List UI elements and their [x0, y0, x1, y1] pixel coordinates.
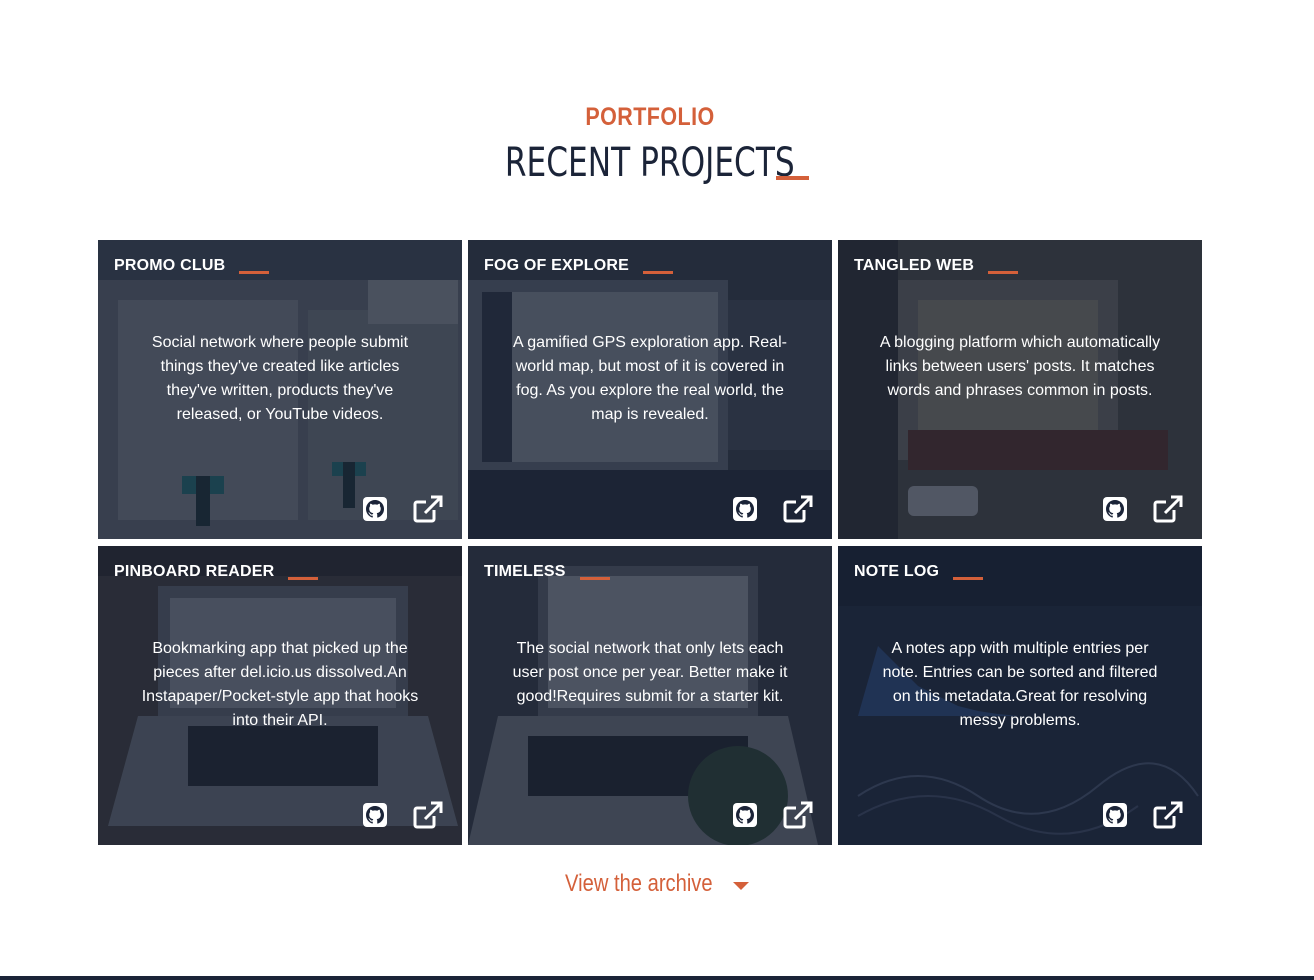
external-link-icon[interactable]	[1152, 494, 1184, 524]
project-description: The social network that only lets each u…	[512, 640, 788, 705]
project-description: A blogging platform which automatically …	[879, 334, 1161, 399]
project-title: PINBOARD READER	[114, 563, 275, 580]
github-icon[interactable]	[1103, 803, 1127, 827]
project-title: FOG OF EXPLORE	[484, 257, 630, 274]
external-link-icon[interactable]	[1152, 800, 1184, 830]
project-card-note-log[interactable]: NOTE LOG A notes app with multiple entri…	[838, 546, 1202, 845]
project-card-timeless[interactable]: TIMELESS The social network that only le…	[468, 546, 832, 845]
title-dash	[288, 577, 319, 580]
view-archive-link[interactable]: View the archive	[0, 870, 1300, 898]
page-title: RECENT PROJECTS	[505, 140, 795, 186]
project-description: A gamified GPS exploration app. Real-wor…	[513, 334, 787, 423]
github-icon[interactable]	[1103, 497, 1127, 521]
github-icon[interactable]	[733, 497, 757, 521]
github-icon[interactable]	[363, 803, 387, 827]
project-card-pinboard-reader[interactable]: PINBOARD READER Bookmarking app that pic…	[98, 546, 462, 845]
project-title: TANGLED WEB	[854, 257, 975, 274]
project-description: Bookmarking app that picked up the piece…	[141, 640, 419, 729]
project-description: A notes app with multiple entries per no…	[882, 640, 1158, 729]
project-title: NOTE LOG	[854, 563, 940, 580]
external-link-icon[interactable]	[412, 494, 444, 524]
projects-grid: PROMO CLUB Social network where people s…	[98, 240, 1202, 845]
external-link-icon[interactable]	[782, 494, 814, 524]
caret-down-icon[interactable]	[733, 882, 750, 890]
title-dash	[953, 577, 984, 580]
section-eyebrow: PORTFOLIO	[585, 103, 715, 131]
project-description: Social network where people submit thing…	[151, 334, 409, 423]
github-icon[interactable]	[363, 497, 387, 521]
project-card-tangled-web[interactable]: TANGLED WEB A blogging platform which au…	[838, 240, 1202, 539]
title-dash	[239, 271, 270, 274]
title-dash	[579, 577, 610, 580]
project-card-fog-of-explore[interactable]: FOG OF EXPLORE A gamified GPS exploratio…	[468, 240, 832, 539]
view-archive-label[interactable]: View the archive	[565, 870, 713, 898]
external-link-icon[interactable]	[782, 800, 814, 830]
project-title: TIMELESS	[484, 563, 566, 580]
title-accent-dash	[776, 176, 809, 180]
project-title: PROMO CLUB	[114, 257, 226, 274]
project-card-promo-club[interactable]: PROMO CLUB Social network where people s…	[98, 240, 462, 539]
title-dash	[643, 271, 674, 274]
title-dash	[988, 271, 1019, 274]
github-icon[interactable]	[733, 803, 757, 827]
footer-divider	[0, 976, 1314, 980]
external-link-icon[interactable]	[412, 800, 444, 830]
